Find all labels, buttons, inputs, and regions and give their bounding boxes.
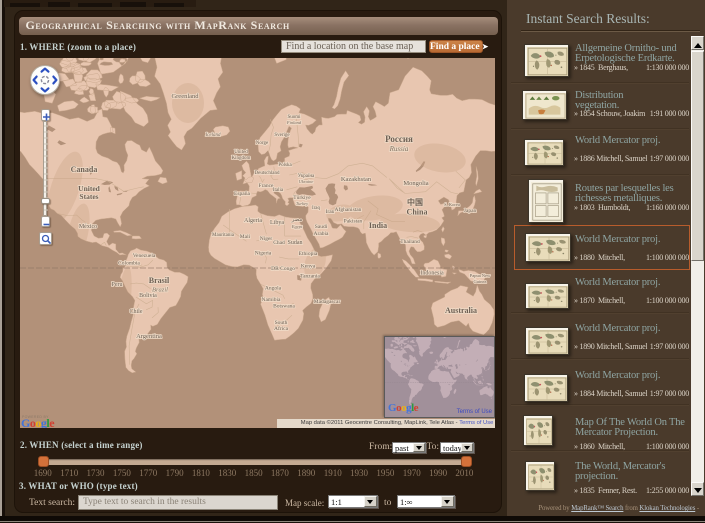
svg-text:Finland: Finland [286,120,302,125]
svg-text:Italia: Italia [273,188,284,193]
svg-text:Greenland: Greenland [171,93,199,100]
svg-text:Deutschland: Deutschland [255,171,280,176]
svg-text:Ukraine: Ukraine [299,179,314,184]
svg-text:United: United [234,150,248,155]
svg-text:Guinea: Guinea [474,279,487,284]
svg-text:Mongolia: Mongolia [403,180,428,187]
svg-text:España: España [234,191,250,197]
svg-text:Papua New: Papua New [470,273,491,278]
svg-text:Peru: Peru [112,282,123,288]
svg-text:Sudan: Sudan [288,240,303,246]
svg-text:中国: 中国 [407,197,423,207]
svg-text:Niger: Niger [260,236,273,242]
svg-text:Egypt: Egypt [291,224,303,229]
svg-text:France: France [259,183,275,189]
svg-text:DR Congo: DR Congo [271,266,295,272]
svg-text:Argentina: Argentina [136,333,162,340]
svg-text:Brasil: Brasil [149,276,170,285]
svg-text:China: China [407,208,428,217]
svg-text:Libya: Libya [270,220,284,226]
svg-text:Bolivia: Bolivia [139,293,157,299]
svg-text:S. Korea: S. Korea [444,202,460,207]
svg-text:Colombia: Colombia [118,261,140,267]
svg-text:Iran: Iran [326,209,335,215]
svg-text:Madagascar: Madagascar [314,299,341,305]
svg-text:Nigeria: Nigeria [255,251,272,257]
svg-text:México: México [79,224,97,230]
svg-text:Afghanistan: Afghanistan [335,206,362,213]
svg-text:Mali: Mali [240,234,251,240]
svg-text:Turkey: Turkey [296,201,308,206]
svg-text:Ethiopia: Ethiopia [299,251,318,257]
svg-text:Polska: Polska [278,163,292,168]
svg-text:Saudi: Saudi [315,224,328,230]
svg-text:Angola: Angola [265,286,282,292]
svg-text:Norge: Norge [256,141,269,146]
svg-text:Australia: Australia [445,306,477,315]
svg-text:مصر: مصر [291,217,303,223]
svg-text:Thailand: Thailand [400,239,420,245]
svg-text:Chad: Chad [273,240,285,246]
svg-text:Botswana: Botswana [273,304,295,310]
svg-text:Sverige: Sverige [274,133,290,138]
svg-text:Kazakhstan: Kazakhstan [341,176,372,183]
svg-text:States: States [79,192,98,201]
svg-text:Namibia: Namibia [262,297,281,303]
svg-text:Canada: Canada [71,165,98,174]
svg-text:Arabia: Arabia [314,231,330,237]
svg-text:Pakistan: Pakistan [344,219,363,225]
svg-text:Chile: Chile [130,309,143,315]
svg-text:Algeria: Algeria [244,218,262,224]
svg-text:Indonesia: Indonesia [420,271,444,277]
svg-text:Iraq: Iraq [312,206,321,211]
svg-text:Kenya: Kenya [301,264,316,270]
svg-text:Russia: Russia [389,145,409,153]
svg-text:Mauritania: Mauritania [212,233,235,238]
svg-text:Россия: Россия [385,134,413,144]
svg-text:Africa: Africa [274,325,289,332]
svg-text:Kingdom: Kingdom [232,156,251,161]
svg-text:Japan: Japan [464,208,477,214]
svg-text:Venezuela: Venezuela [133,253,156,259]
svg-text:Iceland: Iceland [205,133,221,138]
svg-text:India: India [369,221,387,230]
svg-text:Tanzania: Tanzania [300,274,320,280]
